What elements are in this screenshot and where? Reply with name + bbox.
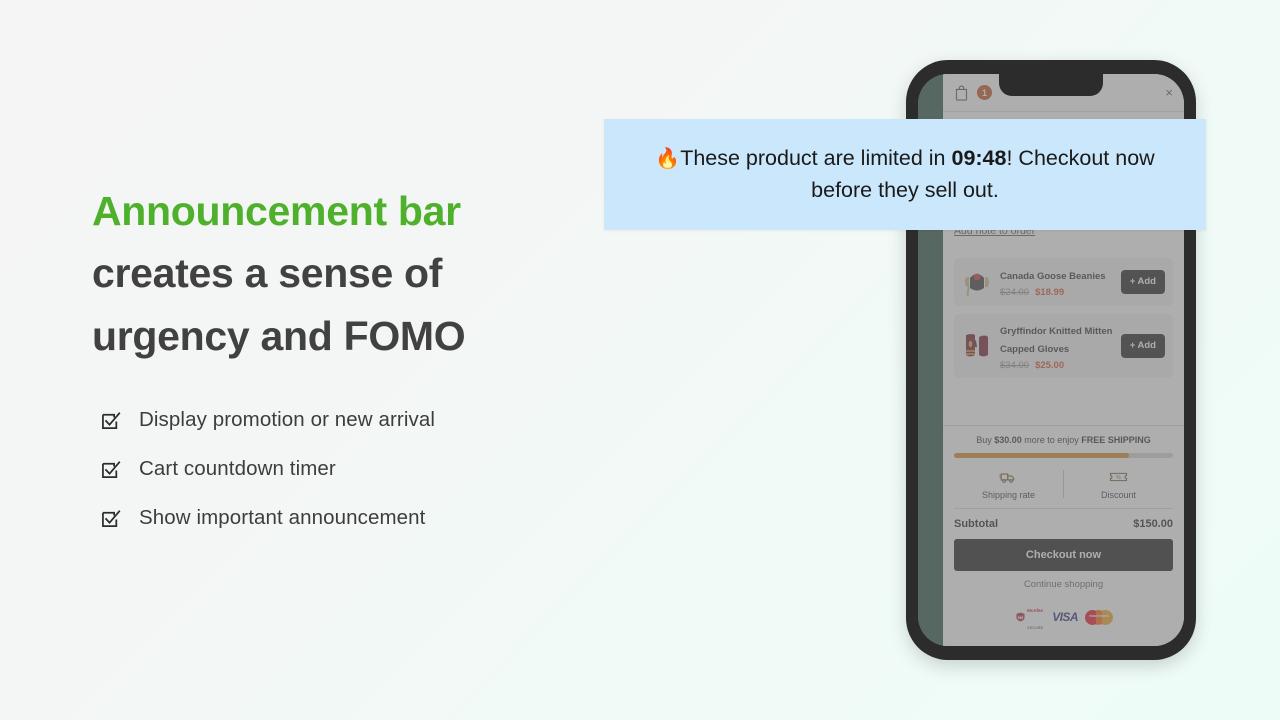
svg-text:%: % <box>1116 475 1121 481</box>
shipping-msg-prefix: Buy <box>976 434 995 445</box>
checkbox-checked-icon <box>100 410 122 432</box>
upsell-sale-price: $18.99 <box>1035 287 1065 298</box>
upsell-prices: $34.00 $25.00 <box>1000 360 1113 371</box>
list-item-label: Show important announcement <box>139 506 426 530</box>
subtotal-value: $150.00 <box>1133 518 1173 531</box>
countdown-timer: 09:48 <box>951 145 1007 170</box>
coupon-icon: % <box>1064 468 1173 485</box>
headline-highlight: Announcement bar <box>92 188 461 234</box>
mcafee-secure-badge: McAfee SECURE <box>1014 599 1046 635</box>
headline-line-2: creates a sense of <box>92 250 443 297</box>
upsell-list: Canada Goose Beanies $24.00 $18.99 + Add <box>954 258 1173 378</box>
cart-footer-actions: Shipping rate % Discount <box>954 468 1173 508</box>
cart-count-group: 1 <box>954 84 992 101</box>
list-item: Cart countdown timer <box>100 445 660 494</box>
mcafee-line-2: SECURE <box>1027 626 1044 631</box>
hero-copy: Announcement bar creates a sense of urge… <box>92 180 612 367</box>
truck-icon <box>954 468 1063 485</box>
upsell-original-price: $24.00 <box>1000 287 1030 298</box>
checkout-button[interactable]: Checkout now <box>954 539 1173 572</box>
announcement-bar[interactable]: 🔥These product are limited in 09:48! Che… <box>604 119 1206 230</box>
feature-list: Display promotion or new arrival Cart co… <box>100 396 660 543</box>
announcement-prefix: These product are limited in <box>680 145 952 170</box>
discount-action[interactable]: % Discount <box>1064 468 1173 500</box>
list-item: Show important announcement <box>100 494 660 543</box>
product-thumbnail <box>962 265 992 299</box>
upsell-item: Canada Goose Beanies $24.00 $18.99 + Add <box>954 258 1173 306</box>
page-title: Announcement bar creates a sense of urge… <box>92 180 612 367</box>
shipping-rate-label: Shipping rate <box>981 490 1036 501</box>
upsell-prices: $24.00 $18.99 <box>1000 287 1113 298</box>
mcafee-line-1: McAfee <box>1027 608 1043 614</box>
shipping-msg-highlight: FREE SHIPPING <box>1081 434 1151 445</box>
phone-notch <box>999 74 1103 96</box>
upsell-title: Canada Goose Beanies <box>1000 271 1106 282</box>
cart-item-count-badge: 1 <box>977 85 992 100</box>
subtotal-row: Subtotal $150.00 <box>954 508 1173 539</box>
progress-fill <box>954 453 1130 459</box>
close-icon[interactable]: × <box>1165 86 1173 99</box>
upsell-info: Gryffindor Knitted Mitten Capped Gloves … <box>1000 321 1113 371</box>
checkbox-checked-icon <box>100 459 122 481</box>
shipping-amount: $30.00 <box>994 434 1022 445</box>
fire-icon: 🔥 <box>655 147 681 170</box>
mcafee-text: McAfee SECURE <box>1027 600 1043 634</box>
upsell-info: Canada Goose Beanies $24.00 $18.99 <box>1000 266 1113 298</box>
free-shipping-message: Buy $30.00 more to enjoy FREE SHIPPING <box>954 435 1173 447</box>
headline-line-3: urgency and FOMO <box>92 312 466 359</box>
slide-canvas: Announcement bar creates a sense of urge… <box>0 0 1280 720</box>
product-thumbnail <box>962 329 992 363</box>
subtotal-label: Subtotal <box>954 518 998 531</box>
checkbox-checked-icon <box>100 508 122 530</box>
upsell-sale-price: $25.00 <box>1035 360 1065 371</box>
add-upsell-button[interactable]: + Add <box>1120 270 1165 294</box>
upsell-title: Gryffindor Knitted Mitten Capped Gloves <box>1000 326 1113 355</box>
free-shipping-progress <box>954 453 1173 459</box>
continue-shopping-link[interactable]: Continue shopping <box>954 579 1173 590</box>
visa-badge: VISA <box>1052 610 1078 625</box>
list-item-label: Cart countdown timer <box>139 457 336 481</box>
mastercard-badge: mastercard <box>1084 609 1113 626</box>
shopping-bag-icon <box>954 84 969 101</box>
add-upsell-button[interactable]: + Add <box>1120 334 1165 358</box>
mastercard-wordmark: mastercard <box>1089 614 1109 619</box>
shipping-msg-middle: more to enjoy <box>1021 434 1082 445</box>
list-item-label: Display promotion or new arrival <box>139 408 436 432</box>
discount-label: Discount <box>1100 490 1136 501</box>
trust-badges: McAfee SECURE VISA mastercard <box>954 599 1173 635</box>
shipping-rate-action[interactable]: Shipping rate <box>954 468 1063 500</box>
cart-footer: Buy $30.00 more to enjoy FREE SHIPPING S… <box>943 424 1184 646</box>
announcement-text: 🔥These product are limited in 09:48! Che… <box>625 143 1185 207</box>
upsell-original-price: $34.00 <box>1000 360 1030 371</box>
upsell-item: Gryffindor Knitted Mitten Capped Gloves … <box>954 314 1173 378</box>
list-item: Display promotion or new arrival <box>100 396 660 445</box>
